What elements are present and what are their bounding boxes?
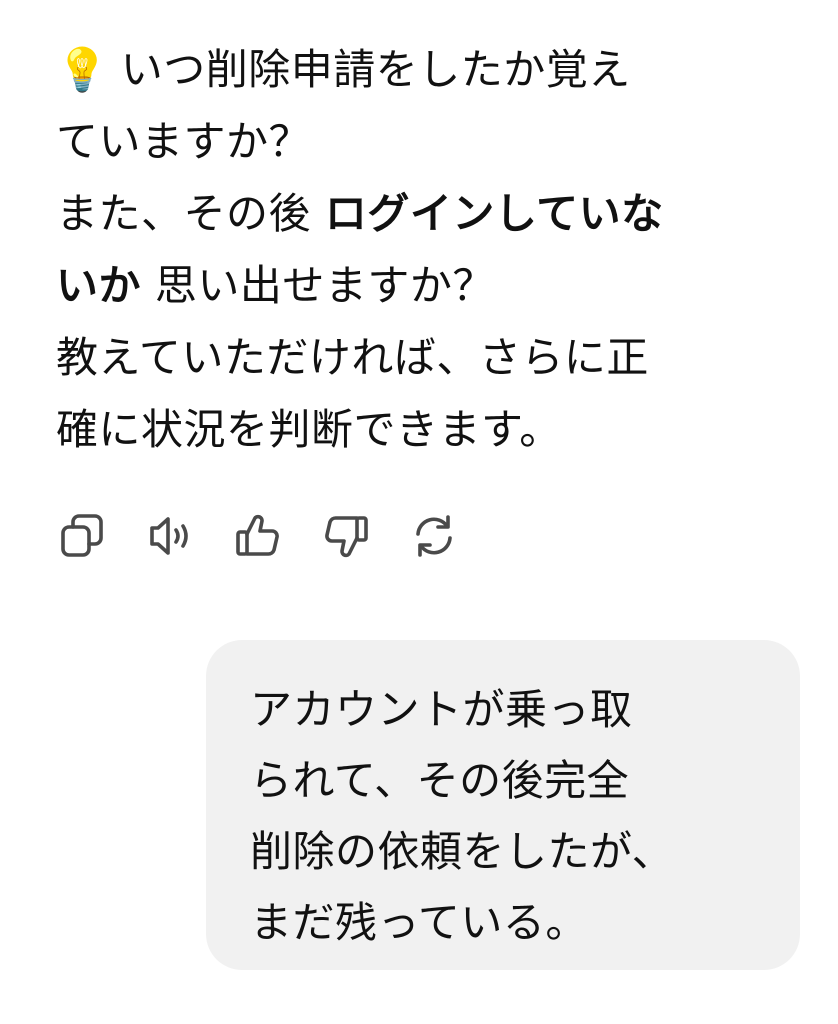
thumbs-down-button[interactable] [320, 510, 372, 562]
copy-button[interactable] [56, 510, 108, 562]
copy-icon [61, 514, 103, 557]
regenerate-icon [416, 515, 452, 557]
user-line-2: られて、その後完全 [250, 756, 630, 805]
assistant-line-3: また、その後 ログインしていな [56, 178, 801, 250]
speaker-icon [150, 517, 188, 555]
thumbs-down-icon [325, 516, 368, 558]
assistant-line-1: 💡 いつ削除申請をしたか覚え [56, 34, 801, 106]
user-line-3: 削除の依頼をしたが、 [250, 827, 675, 876]
regenerate-button[interactable] [408, 510, 460, 562]
thumbs-up-icon [236, 514, 279, 556]
assistant-line-5: 教えていただければ、さらに正 [56, 333, 649, 382]
assistant-text: また、その後 [56, 189, 325, 238]
assistant-bold-text: いか [56, 261, 142, 310]
message-actions [56, 510, 496, 562]
assistant-bold-text: ログインしていな [324, 189, 664, 238]
assistant-message: 💡 いつ削除申請をしたか覚え ていますか？ また、その後 ログインしていな いか … [56, 34, 801, 466]
read-aloud-button[interactable] [144, 510, 196, 562]
assistant-line-4: いか 思い出せますか？ [56, 250, 801, 322]
assistant-line-2: ていますか？ [56, 117, 312, 166]
assistant-text: 思い出せますか？ [141, 261, 495, 310]
user-line-1: アカウントが乗っ取 [250, 685, 633, 734]
user-line-4: まだ残っている。 [250, 898, 588, 947]
user-message-bubble: アカウントが乗っ取 られて、その後完全 削除の依頼をしたが、 まだ残っている。 [206, 640, 800, 970]
thumbs-up-button[interactable] [232, 510, 284, 562]
assistant-text: いつ削除申請をしたか覚え [120, 45, 631, 94]
lightbulb-icon: 💡 [56, 45, 109, 94]
assistant-line-6: 確に状況を判断できます。 [56, 405, 562, 454]
